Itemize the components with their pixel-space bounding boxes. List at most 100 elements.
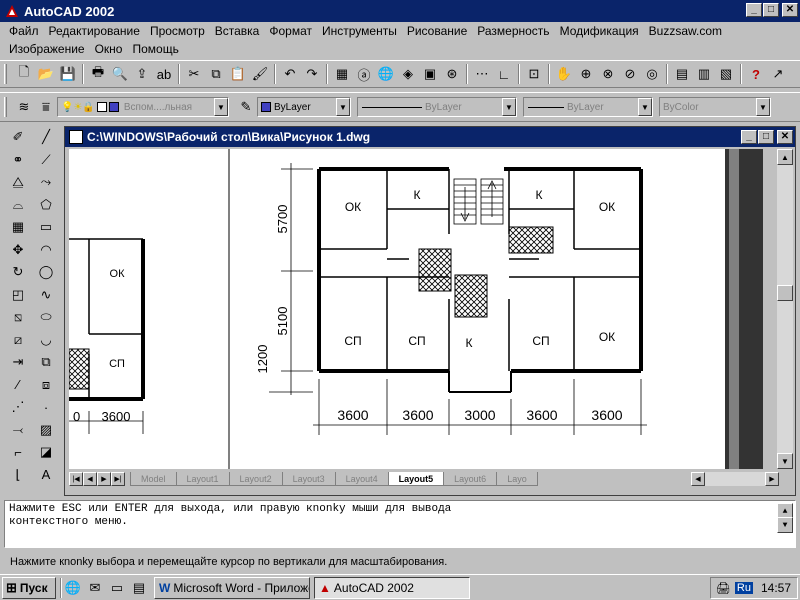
- object-properties-icon[interactable]: ▣: [419, 63, 441, 85]
- chevron-down-icon[interactable]: ▼: [502, 98, 516, 116]
- hscroll-left-button[interactable]: ◀: [691, 472, 705, 486]
- rectangle-icon[interactable]: ▭: [34, 216, 58, 239]
- cursor-icon[interactable]: ↗: [767, 63, 789, 85]
- save-icon[interactable]: 💾: [57, 63, 79, 85]
- pan-icon[interactable]: ✋: [553, 63, 575, 85]
- trim-icon[interactable]: ⧄: [6, 329, 30, 352]
- print-icon[interactable]: 🖶: [87, 63, 109, 85]
- autodesk-point-a-icon[interactable]: ⓐ: [353, 63, 375, 85]
- array-icon[interactable]: ▦: [6, 216, 30, 239]
- menu-item[interactable]: Размерность: [472, 24, 554, 38]
- copy-object-icon[interactable]: ⚭: [6, 149, 30, 172]
- insert-block-icon[interactable]: ⧉: [34, 351, 58, 374]
- doc-minimize-button[interactable]: _: [741, 130, 757, 144]
- network-icon[interactable]: ⊛: [441, 63, 463, 85]
- layout-tab[interactable]: Layout4: [334, 472, 389, 486]
- document-icon[interactable]: [69, 130, 83, 144]
- tray-app-icon[interactable]: 🖨: [716, 581, 731, 595]
- ellipse-arc-icon[interactable]: ◡: [34, 329, 58, 352]
- multiline-text-icon[interactable]: A: [34, 464, 58, 487]
- cut-icon[interactable]: ✂: [183, 63, 205, 85]
- join-icon[interactable]: ⤙: [6, 419, 30, 442]
- minimize-button[interactable]: _: [746, 3, 762, 17]
- language-indicator[interactable]: Ru: [734, 582, 753, 594]
- publish-icon[interactable]: ⇪: [131, 63, 153, 85]
- task-word[interactable]: W Microsoft Word - Приложе...: [154, 576, 310, 599]
- task-autocad[interactable]: ▲ AutoCAD 2002: [314, 576, 470, 599]
- zoom-extents-icon[interactable]: ◎: [641, 63, 663, 85]
- zoom-window-icon[interactable]: ⊗: [597, 63, 619, 85]
- chevron-down-icon[interactable]: ▼: [214, 98, 228, 116]
- offset-icon[interactable]: ⌓: [6, 194, 30, 217]
- menu-item[interactable]: Редактирование: [44, 24, 145, 38]
- quicklaunch-desktop-icon[interactable]: ▭: [106, 577, 128, 599]
- help-icon[interactable]: ?: [745, 63, 767, 85]
- spelling-icon[interactable]: ab: [153, 63, 175, 85]
- design-center-icon[interactable]: ◈: [397, 63, 419, 85]
- make-current-layer-icon[interactable]: ⩸: [35, 96, 57, 118]
- undo-icon[interactable]: ↶: [279, 63, 301, 85]
- polygon-icon[interactable]: ⬠: [34, 194, 58, 217]
- scroll-thumb[interactable]: [777, 285, 793, 301]
- quicklaunch-channels-icon[interactable]: ▤: [128, 577, 150, 599]
- mirror-icon[interactable]: ⧋: [6, 171, 30, 194]
- properties-icon[interactable]: ▤: [671, 63, 693, 85]
- paste-icon[interactable]: 📋: [227, 63, 249, 85]
- menu-item[interactable]: Buzzsaw.com: [644, 24, 727, 38]
- break-icon[interactable]: ⁄: [6, 374, 30, 397]
- clock[interactable]: 14:57: [761, 581, 791, 595]
- cmd-scroll-down-button[interactable]: ▼: [777, 517, 793, 533]
- drawing-canvas[interactable]: ОК СП 0 3600 ОК К К ОК СП СП К СП ОК 360…: [69, 149, 763, 469]
- zoom-realtime-icon[interactable]: ⊕: [575, 63, 597, 85]
- layout-tab[interactable]: Layout5: [387, 472, 445, 486]
- open-icon[interactable]: 📂: [35, 63, 57, 85]
- menu-item[interactable]: Вставка: [210, 24, 265, 38]
- hscroll-right-button[interactable]: ▶: [765, 472, 779, 486]
- plotstyle-combo[interactable]: ByColor ▼: [659, 97, 771, 117]
- last-tab-icon[interactable]: ▶|: [111, 472, 125, 486]
- app-title-bar[interactable]: AutoCAD 2002 _ □ ✕: [0, 0, 800, 22]
- zoom-previous-icon[interactable]: ⊘: [619, 63, 641, 85]
- distance-icon[interactable]: ⋯: [471, 63, 493, 85]
- scroll-down-button[interactable]: ▼: [777, 453, 793, 469]
- doc-close-button[interactable]: ✕: [777, 130, 793, 144]
- layout-tab[interactable]: Layout6: [443, 472, 498, 486]
- vertical-scrollbar[interactable]: ▲ ▼: [777, 149, 793, 469]
- maximize-button[interactable]: □: [763, 3, 779, 17]
- ucs-icon[interactable]: ∟: [493, 63, 515, 85]
- erase-icon[interactable]: ✐: [6, 126, 30, 149]
- linetype-combo[interactable]: ByLayer ▼: [357, 97, 517, 117]
- region-icon[interactable]: ◪: [34, 441, 58, 464]
- quicklaunch-email-icon[interactable]: ✉: [84, 577, 106, 599]
- menu-item[interactable]: Просмотр: [145, 24, 210, 38]
- toolbar-grip[interactable]: [4, 64, 7, 84]
- layout-tab[interactable]: Layout2: [228, 472, 283, 486]
- menu-item[interactable]: Файл: [4, 24, 44, 38]
- menu-item[interactable]: Окно: [90, 42, 128, 56]
- horizontal-scrollbar[interactable]: [705, 472, 765, 486]
- doc-maximize-button[interactable]: □: [758, 130, 774, 144]
- drawing-title-bar[interactable]: C:\WINDOWS\Рабочий стол\Вика\Рисунок 1.d…: [65, 127, 795, 147]
- layer-previous-icon[interactable]: ✎: [235, 96, 257, 118]
- construction-line-icon[interactable]: ⟋: [34, 149, 58, 172]
- ellipse-icon[interactable]: ⬭: [34, 306, 58, 329]
- point-icon[interactable]: ·: [34, 396, 58, 419]
- menu-item[interactable]: Изображение: [4, 42, 90, 56]
- move-icon[interactable]: ✥: [6, 239, 30, 262]
- rotate-icon[interactable]: ↻: [6, 261, 30, 284]
- toolbar-grip[interactable]: [4, 97, 7, 117]
- hatch-icon[interactable]: ▨: [34, 419, 58, 442]
- chevron-down-icon[interactable]: ▼: [638, 98, 652, 116]
- redo-icon[interactable]: ↷: [301, 63, 323, 85]
- scale-icon[interactable]: ◰: [6, 284, 30, 307]
- polyline-icon[interactable]: ⤳: [34, 171, 58, 194]
- tool-palettes-icon[interactable]: ▧: [715, 63, 737, 85]
- extend-icon[interactable]: ⇥: [6, 351, 30, 374]
- hyperlink-icon[interactable]: 🌐: [375, 63, 397, 85]
- break-at-point-icon[interactable]: ⋰: [6, 396, 30, 419]
- today-icon[interactable]: ▦: [331, 63, 353, 85]
- named-views-icon[interactable]: ⊡: [523, 63, 545, 85]
- next-tab-icon[interactable]: ▶: [97, 472, 111, 486]
- copy-icon[interactable]: ⧉: [205, 63, 227, 85]
- chevron-down-icon[interactable]: ▼: [336, 98, 350, 116]
